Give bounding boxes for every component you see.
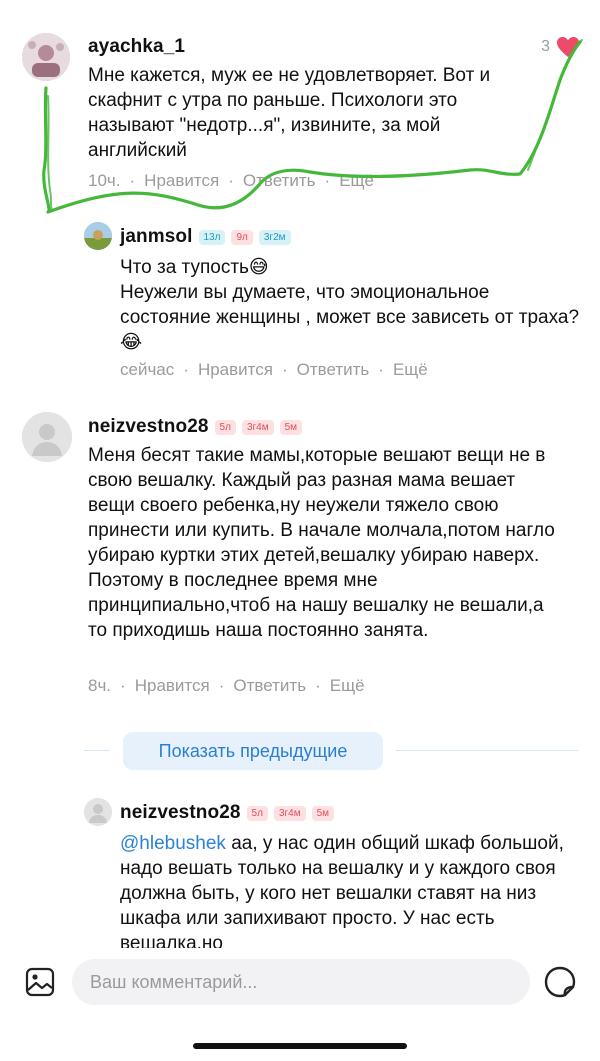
comment-author[interactable]: neizvestno28 bbox=[120, 802, 241, 824]
comment-text: @hlebushek аа, у нас один общий шкаф бол… bbox=[120, 831, 570, 948]
badge-child-age: 3г4м bbox=[273, 805, 306, 821]
image-icon[interactable] bbox=[24, 966, 56, 998]
sticker-icon[interactable] bbox=[542, 964, 578, 1000]
default-avatar-icon bbox=[84, 798, 112, 826]
badge-child-age: 5л bbox=[246, 805, 268, 821]
home-indicator bbox=[193, 1043, 407, 1049]
avatar[interactable] bbox=[84, 798, 112, 826]
comment-neizvestno28-reply: neizvestno28 5л 3г4м 5м @hlebushek аа, у… bbox=[0, 0, 600, 948]
comment-input[interactable]: Ваш комментарий... bbox=[72, 959, 530, 1005]
mention-link[interactable]: @hlebushek bbox=[120, 833, 226, 854]
badge-child-age: 5м bbox=[311, 805, 335, 821]
comment-composer: Ваш комментарий... bbox=[0, 950, 600, 1020]
